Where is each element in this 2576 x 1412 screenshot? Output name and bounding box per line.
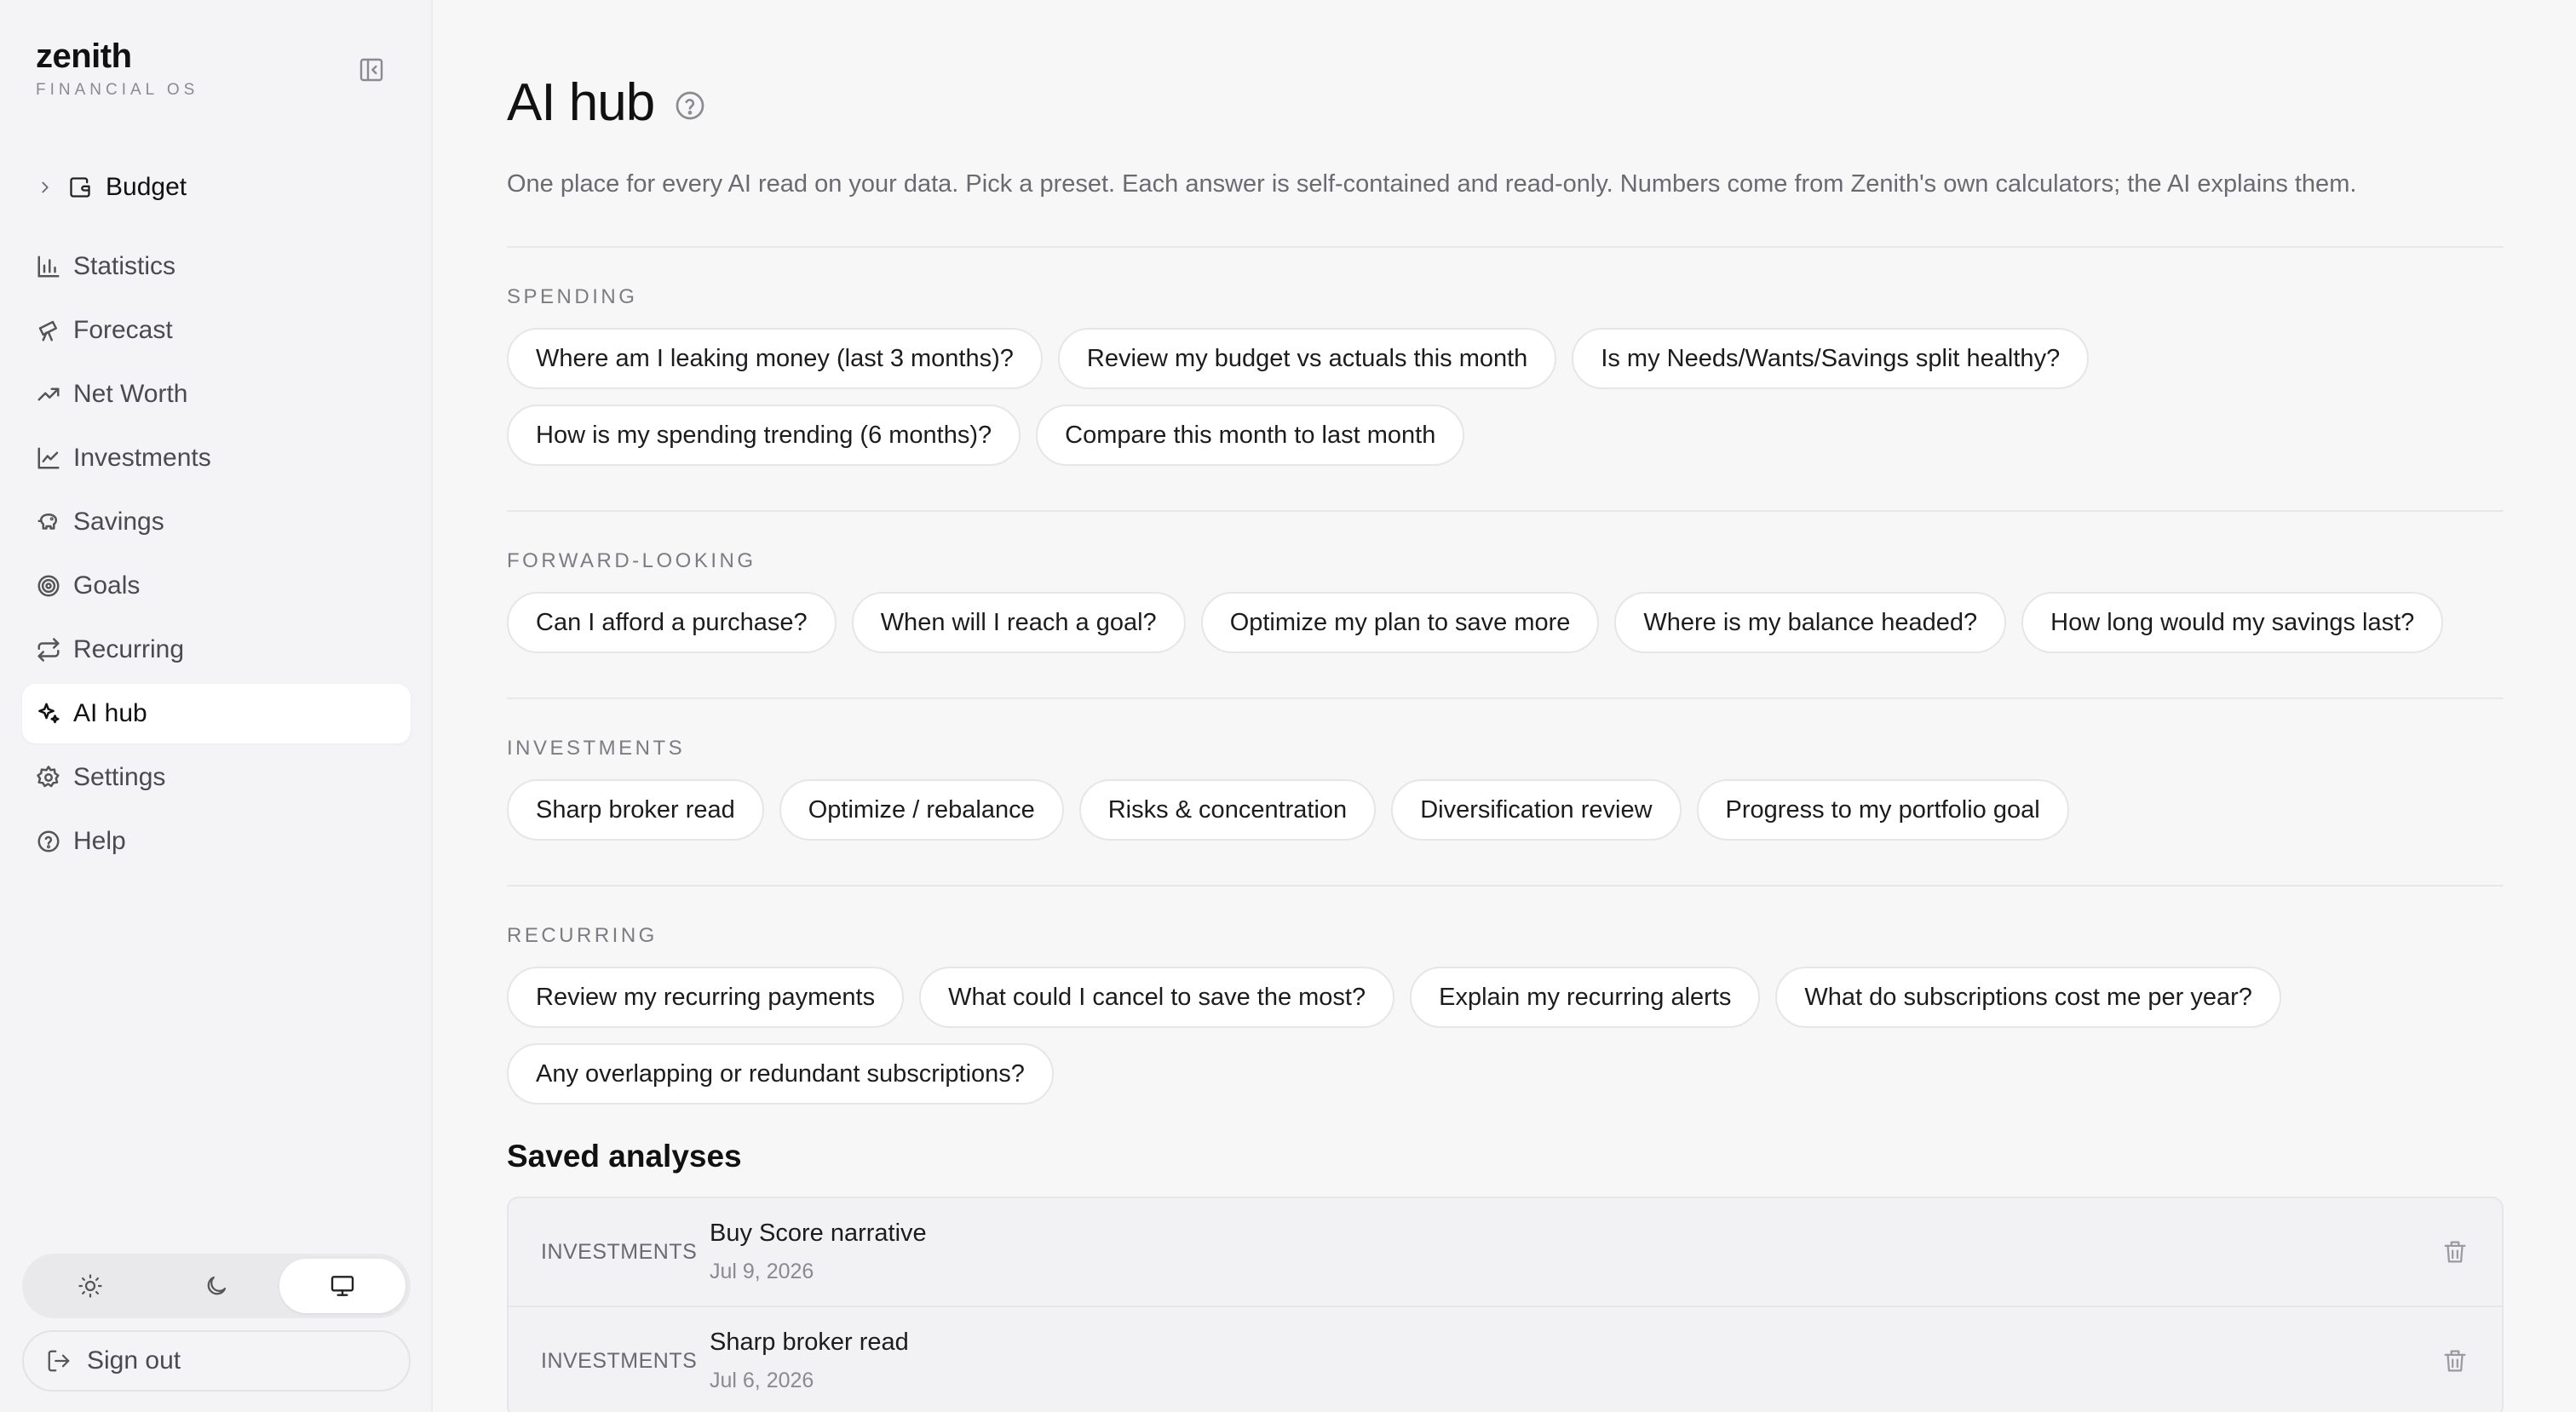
preset-chip[interactable]: What do subscriptions cost me per year? (1775, 967, 2281, 1028)
sidebar-item-label: Net Worth (73, 380, 188, 408)
main-content: AI hub One place for every AI read on yo… (433, 0, 2576, 1412)
preset-chip[interactable]: What could I cancel to save the most? (919, 967, 1395, 1028)
sidebar-item-savings[interactable]: Savings (22, 492, 411, 552)
bar-chart-icon (37, 255, 60, 278)
sidebar-item-net-worth[interactable]: Net Worth (22, 364, 411, 424)
sidebar-item-label: Recurring (73, 635, 185, 663)
chevron-right-icon (42, 181, 49, 193)
saved-analysis-date: Jul 6, 2026 (710, 1369, 814, 1392)
preset-chip[interactable]: Optimize / rebalance (779, 779, 1064, 841)
preset-chip[interactable]: Compare this month to last month (1036, 405, 1465, 466)
sidebar-item-statistics[interactable]: Statistics (22, 237, 411, 296)
preset-chip[interactable]: Where am I leaking money (last 3 months)… (507, 328, 1043, 389)
saved-analysis-name: Sharp broker read (710, 1329, 909, 1356)
section-recurring: RECURRING Review my recurring payments W… (507, 887, 2504, 1142)
preset-chip[interactable]: Progress to my portfolio goal (1696, 779, 2069, 841)
help-circle-icon (37, 830, 60, 852)
trash-icon[interactable] (2441, 1237, 2470, 1266)
sidebar-item-label: Forecast (73, 316, 173, 344)
saved-analysis-row[interactable]: INVESTMENTS Sharp broker read Jul 6, 202… (509, 1307, 2502, 1412)
sidebar-collapse-icon (359, 58, 383, 82)
sidebar: zenith FINANCIAL OS Budget Statistics Fo… (0, 0, 433, 1412)
preset-chip[interactable]: When will I reach a goal? (851, 592, 1186, 653)
page-description: One place for every AI read on your data… (507, 170, 2357, 198)
telescope-icon (38, 320, 57, 342)
page-title: AI hub (507, 72, 655, 132)
moon-icon (207, 1276, 227, 1295)
sidebar-item-help[interactable]: Help (22, 812, 411, 871)
preset-chip[interactable]: Can I afford a purchase? (507, 592, 837, 653)
preset-chip[interactable]: How long would my savings last? (2021, 592, 2444, 653)
section-label: SPENDING (507, 285, 638, 308)
preset-chip[interactable]: Optimize my plan to save more (1200, 592, 1600, 653)
log-out-icon (48, 1350, 70, 1372)
sidebar-item-label: AI hub (73, 699, 147, 727)
piggy-bank-icon (37, 514, 57, 530)
preset-chip[interactable]: Is my Needs/Wants/Savings split healthy? (1572, 328, 2090, 389)
line-chart-icon (37, 447, 60, 469)
sparkles-icon (38, 703, 60, 724)
wallet-icon (70, 177, 90, 198)
sign-out-label: Sign out (87, 1346, 181, 1375)
saved-analysis-category: INVESTMENTS (541, 1348, 698, 1373)
section-label: FORWARD-LOOKING (507, 549, 756, 572)
preset-chip[interactable]: Diversification review (1391, 779, 1682, 841)
trending-up-icon (37, 387, 60, 401)
section-label: INVESTMENTS (507, 737, 686, 760)
brand-name: zenith (36, 37, 132, 75)
theme-switcher (22, 1254, 411, 1318)
help-circle-icon[interactable] (673, 89, 707, 123)
section-forward-looking: FORWARD-LOOKING Can I afford a purchase?… (507, 512, 2504, 697)
sidebar-item-label: Goals (73, 571, 141, 600)
theme-system-button[interactable] (279, 1259, 405, 1313)
sidebar-item-label: Settings (73, 763, 166, 791)
sidebar-item-label: Savings (73, 508, 164, 536)
sidebar-item-recurring[interactable]: Recurring (22, 620, 411, 680)
sidebar-item-label: Budget (106, 173, 187, 201)
saved-analyses-title: Saved analyses (507, 1139, 742, 1174)
gear-icon (37, 766, 60, 788)
repeat-icon (37, 638, 60, 662)
preset-chip[interactable]: Risks & concentration (1078, 779, 1377, 841)
sidebar-item-settings[interactable]: Settings (22, 748, 411, 807)
theme-dark-button[interactable] (153, 1259, 279, 1313)
preset-chip[interactable]: Any overlapping or redundant subscriptio… (507, 1043, 1054, 1105)
section-label: RECURRING (507, 924, 658, 947)
saved-analysis-name: Buy Score narrative (710, 1220, 927, 1247)
monitor-icon (331, 1276, 354, 1296)
sidebar-item-investments[interactable]: Investments (22, 428, 411, 488)
brand-subtitle: FINANCIAL OS (36, 81, 199, 99)
sidebar-item-forecast[interactable]: Forecast (22, 301, 411, 360)
sidebar-item-ai-hub[interactable]: AI hub (22, 684, 411, 743)
sidebar-item-label: Investments (73, 444, 211, 472)
section-investments: INVESTMENTS Sharp broker read Optimize /… (507, 699, 2504, 885)
collapse-sidebar-button[interactable] (353, 53, 390, 87)
saved-analysis-category: INVESTMENTS (541, 1239, 698, 1264)
sign-out-button[interactable]: Sign out (22, 1330, 411, 1392)
saved-analyses-list: INVESTMENTS Buy Score narrative Jul 9, 2… (507, 1197, 2504, 1412)
saved-analysis-row[interactable]: INVESTMENTS Buy Score narrative Jul 9, 2… (509, 1198, 2502, 1307)
sidebar-item-budget[interactable]: Budget (36, 167, 187, 208)
sidebar-nav: Statistics Forecast Net Worth Investment… (22, 237, 411, 875)
trash-icon[interactable] (2441, 1346, 2470, 1375)
sidebar-item-goals[interactable]: Goals (22, 556, 411, 616)
preset-chip[interactable]: Sharp broker read (507, 779, 764, 841)
sun-icon (78, 1274, 102, 1298)
target-icon (37, 575, 60, 597)
sidebar-item-label: Statistics (73, 252, 176, 280)
theme-light-button[interactable] (27, 1259, 153, 1313)
preset-chip[interactable]: Explain my recurring alerts (1410, 967, 1761, 1028)
preset-chip[interactable]: Review my recurring payments (507, 967, 905, 1028)
saved-analysis-date: Jul 9, 2026 (710, 1260, 814, 1283)
preset-chip[interactable]: How is my spending trending (6 months)? (507, 405, 1021, 466)
preset-chip[interactable]: Review my budget vs actuals this month (1057, 328, 1557, 389)
preset-chip[interactable]: Where is my balance headed? (1614, 592, 2007, 653)
section-spending: SPENDING Where am I leaking money (last … (507, 248, 2504, 510)
brand: zenith FINANCIAL OS (36, 37, 198, 100)
sidebar-item-label: Help (73, 827, 126, 855)
